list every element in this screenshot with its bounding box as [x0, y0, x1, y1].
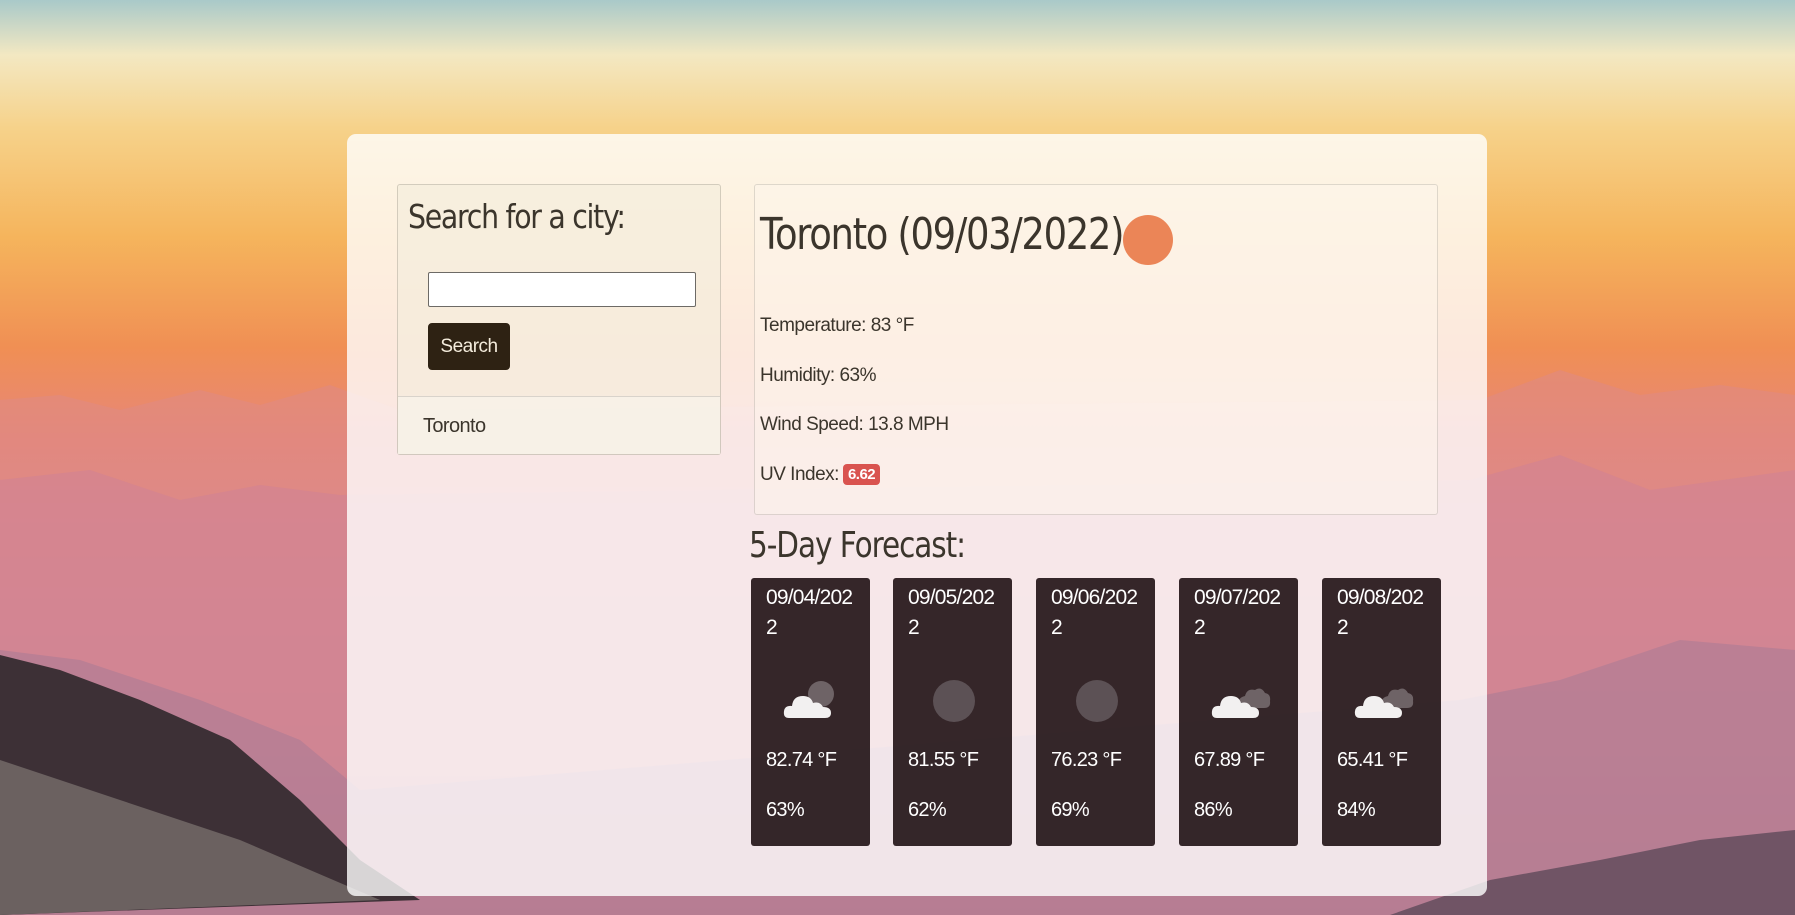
city-search-input[interactable]	[428, 272, 696, 307]
cloudy-icon	[1354, 688, 1414, 718]
forecast-humidity: 63%	[766, 799, 805, 821]
city-title: Toronto (09/03/2022)	[760, 209, 1125, 260]
forecast-humidity: 86%	[1194, 799, 1233, 821]
partly-cloudy-icon	[783, 681, 834, 718]
humidity-text: Humidity: 63%	[760, 365, 877, 386]
forecast-date: 09/04/2022	[766, 586, 853, 639]
forecast-humidity: 62%	[908, 799, 947, 821]
forecast-card: 09/08/2022 65.41 °F 84%	[1322, 578, 1441, 846]
uv-index-label: UV Index:	[760, 464, 839, 485]
sun-icon	[1123, 215, 1173, 265]
sun-icon	[1076, 680, 1118, 722]
forecast-card: 09/07/2022 67.89 °F 86%	[1179, 578, 1298, 846]
forecast-date: 09/05/2022	[908, 586, 995, 639]
forecast-temperature: 65.41 °F	[1337, 749, 1408, 771]
uv-index-row: UV Index: 6.62	[760, 464, 881, 486]
search-button[interactable]: Search	[428, 323, 510, 370]
forecast-humidity: 84%	[1337, 799, 1376, 821]
forecast-card: 09/06/2022 76.23 °F 69%	[1036, 578, 1155, 846]
uv-index-badge: 6.62	[842, 464, 881, 486]
forecast-date: 09/07/2022	[1194, 586, 1281, 639]
search-history-list: Toronto	[398, 396, 720, 454]
history-item-toronto[interactable]: Toronto	[423, 415, 486, 438]
forecast-date: 09/08/2022	[1337, 586, 1424, 639]
forecast-date: 09/06/2022	[1051, 586, 1138, 639]
forecast-heading: 5-Day Forecast:	[749, 525, 966, 566]
forecast-temperature: 67.89 °F	[1194, 749, 1265, 771]
sun-icon	[933, 680, 975, 722]
wind-speed-text: Wind Speed: 13.8 MPH	[760, 414, 949, 435]
forecast-temperature: 82.74 °F	[766, 749, 837, 771]
forecast-temperature: 76.23 °F	[1051, 749, 1122, 771]
forecast-temperature: 81.55 °F	[908, 749, 979, 771]
temperature-text: Temperature: 83 °F	[760, 315, 914, 336]
current-weather-card: Toronto (09/03/2022) Temperature: 83 °F …	[754, 184, 1438, 515]
forecast-humidity: 69%	[1051, 799, 1090, 821]
search-heading: Search for a city:	[408, 197, 626, 236]
cloudy-icon	[1211, 688, 1271, 718]
forecast-card: 09/04/2022 82.74 °F 63%	[751, 578, 870, 846]
search-card: Search for a city: Search Toronto	[397, 184, 721, 455]
forecast-card: 09/05/2022 81.55 °F 62%	[893, 578, 1012, 846]
main-panel: Search for a city: Search Toronto Toront…	[347, 134, 1487, 896]
